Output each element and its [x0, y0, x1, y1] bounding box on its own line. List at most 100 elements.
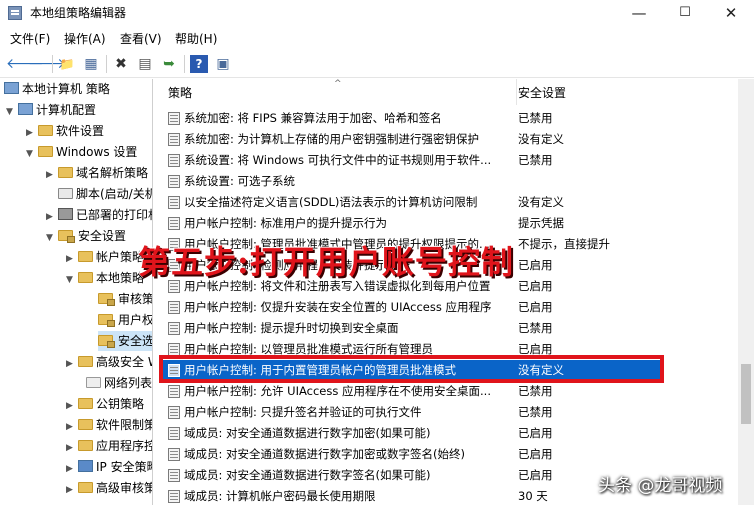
column-header-setting[interactable]: 安全设置	[512, 79, 668, 105]
tree-node-user-rights[interactable]: 用户权限分配	[98, 310, 152, 330]
tree-label: 本地计算机 策略	[22, 82, 110, 96]
export-list-icon[interactable]: ➥	[160, 55, 178, 73]
lock-icon	[107, 299, 115, 306]
scrollbar-thumb[interactable]	[741, 364, 751, 424]
chevron-down-icon[interactable]: ▼	[6, 102, 18, 122]
tree-node-advanced-firewall[interactable]: ▶ 高级安全 Windows	[66, 352, 152, 374]
up-folder-icon[interactable]: 📁	[58, 55, 76, 73]
tree-label: 计算机配置	[36, 103, 97, 117]
tree-node-public-key[interactable]: ▶ 公钥策略	[66, 394, 144, 414]
chevron-down-icon[interactable]: ▼	[46, 228, 58, 248]
tree-node-local-policy[interactable]: 本地计算机 策略	[4, 79, 110, 99]
tree-node-scripts[interactable]: 脚本(启动/关机)	[58, 184, 152, 204]
tree-node-security-settings[interactable]: ▼ 安全设置	[46, 226, 126, 246]
policy-row[interactable]: 系统设置: 将 Windows 可执行文件中的证书规则用于软件... 已禁用	[162, 150, 662, 171]
chevron-down-icon[interactable]: ▼	[66, 270, 78, 290]
chevron-right-icon[interactable]: ▶	[66, 459, 78, 479]
folder-icon	[78, 251, 93, 262]
vertical-scrollbar[interactable]	[738, 79, 754, 505]
chevron-right-icon[interactable]: ▶	[26, 123, 38, 143]
tree-label: 软件设置	[56, 124, 105, 138]
tree-node-software-settings[interactable]: ▶ 软件设置	[26, 121, 104, 141]
folder-icon	[78, 482, 93, 493]
menu-view[interactable]: 查看(V)	[120, 30, 162, 47]
help-icon[interactable]: ?	[190, 55, 208, 73]
tree-node-security-options[interactable]: 安全选项	[98, 331, 152, 351]
policy-item-icon	[168, 217, 180, 230]
policy-row[interactable]: 系统设置: 可选子系统	[162, 171, 662, 192]
script-icon	[58, 188, 73, 199]
tree-node-network-list[interactable]: 网络列表管理器策略	[86, 373, 152, 393]
tree-node-local-policies[interactable]: ▼ 本地策略	[66, 268, 144, 288]
tree-label: 域名解析策略	[76, 166, 149, 180]
title-bar: 本地组策略编辑器 — ☐ ✕	[0, 0, 754, 26]
policy-row[interactable]: 域成员: 对安全通道数据进行数字加密或数字签名(始终) 已启用	[162, 444, 662, 465]
policy-setting: 提示凭据	[518, 216, 564, 230]
policy-item-icon	[168, 427, 180, 440]
chevron-right-icon[interactable]: ▶	[66, 354, 78, 374]
tree-node-computer-config[interactable]: ▼ 计算机配置	[6, 100, 96, 120]
chevron-right-icon[interactable]: ▶	[66, 249, 78, 269]
chevron-right-icon[interactable]: ▶	[66, 480, 78, 500]
menu-action[interactable]: 操作(A)	[64, 30, 106, 47]
policy-setting: 已禁用	[518, 384, 553, 398]
menu-help[interactable]: 帮助(H)	[175, 30, 217, 47]
chevron-right-icon[interactable]: ▶	[66, 438, 78, 458]
tree-node-advanced-audit[interactable]: ▶ 高级审核策略配置	[66, 478, 152, 500]
folder-open-icon	[78, 272, 93, 283]
view-icon[interactable]: ▣	[214, 55, 232, 73]
tree-node-account-policies[interactable]: ▶ 帐户策略	[66, 247, 144, 267]
policy-row[interactable]: 域成员: 计算机帐户密码最长使用期限 30 天	[162, 486, 662, 505]
tree-node-name-resolution[interactable]: ▶ 域名解析策略	[46, 163, 148, 183]
tree-node-audit-policy[interactable]: 审核策略	[98, 289, 152, 309]
policy-row[interactable]: 用户帐户控制: 只提升签名并验证的可执行文件 已禁用	[162, 402, 662, 423]
console-tree: 本地计算机 策略 ▼ 计算机配置 ▶ 软件设置 ▼ Windows 设置 ▶ 域名解析策…	[0, 79, 153, 505]
back-arrow-icon[interactable]: 🡐	[6, 55, 44, 73]
properties-icon[interactable]: ▤	[136, 55, 154, 73]
policy-name: 系统设置: 可选子系统	[184, 174, 296, 188]
policy-name: 用户帐户控制: 标准用户的提升提示行为	[184, 216, 388, 230]
show-hide-tree-icon[interactable]: ▦	[82, 55, 100, 73]
tree-label: 软件限制策略	[96, 418, 152, 432]
policy-row[interactable]: 用户帐户控制: 提示提升时切换到安全桌面 已禁用	[162, 318, 662, 339]
chevron-down-icon[interactable]: ▼	[26, 144, 38, 164]
tree-node-ip-security[interactable]: ▶ IP 安全策略	[66, 457, 152, 479]
policy-row[interactable]: 以安全描述符定义语言(SDDL)语法表示的计算机访问限制 没有定义	[162, 192, 662, 213]
chevron-right-icon[interactable]: ▶	[66, 396, 78, 416]
folder-open-icon	[38, 146, 53, 157]
delete-icon[interactable]: ✖	[112, 55, 130, 73]
tree-node-windows-settings[interactable]: ▼ Windows 设置	[26, 142, 137, 162]
policy-name: 用户帐户控制: 仅提升安装在安全位置的 UIAccess 应用程序	[184, 300, 492, 314]
menu-file[interactable]: 文件(F)	[10, 30, 50, 47]
policy-row[interactable]: 系统加密: 将 FIPS 兼容算法用于加密、哈希和签名 已禁用	[162, 108, 662, 129]
close-button[interactable]: ✕	[708, 0, 754, 26]
folder-icon	[78, 440, 93, 451]
policy-setting: 已禁用	[518, 111, 553, 125]
policy-editor-icon	[8, 6, 22, 20]
policy-row[interactable]: 域成员: 对安全通道数据进行数字加密(如果可能) 已启用	[162, 423, 662, 444]
policy-setting: 已禁用	[518, 153, 553, 167]
policy-setting: 没有定义	[518, 195, 564, 209]
chevron-right-icon[interactable]: ▶	[66, 417, 78, 437]
policy-setting: 已启用	[518, 426, 553, 440]
tree-node-software-restriction[interactable]: ▶ 软件限制策略	[66, 415, 152, 437]
folder-icon	[86, 377, 101, 388]
policy-row[interactable]: 域成员: 对安全通道数据进行数字签名(如果可能) 已启用	[162, 465, 662, 486]
chevron-right-icon[interactable]: ▶	[46, 207, 58, 227]
tree-node-app-control[interactable]: ▶ 应用程序控制策略	[66, 436, 152, 458]
tree-node-printers[interactable]: ▶ 已部署的打印机	[46, 205, 152, 227]
minimize-button[interactable]: —	[616, 0, 662, 26]
policy-row[interactable]: 用户帐户控制: 标准用户的提升提示行为 提示凭据	[162, 213, 662, 234]
policy-item-icon	[168, 469, 180, 482]
forward-arrow-icon[interactable]: 🡒	[28, 55, 66, 73]
policy-row[interactable]: 用户帐户控制: 仅提升安装在安全位置的 UIAccess 应用程序 已启用	[162, 297, 662, 318]
policy-row[interactable]: 用户帐户控制: 允许 UIAccess 应用程序在不使用安全桌面... 已禁用	[162, 381, 662, 402]
tree-label: 应用程序控制策略	[96, 439, 152, 453]
maximize-button[interactable]: ☐	[662, 0, 708, 26]
policy-name: 域成员: 计算机帐户密码最长使用期限	[184, 489, 376, 503]
policy-row[interactable]: 系统加密: 为计算机上存储的用户密钥强制进行强密钥保护 没有定义	[162, 129, 662, 150]
chevron-right-icon[interactable]: ▶	[46, 165, 58, 185]
policy-name: 域成员: 对安全通道数据进行数字加密或数字签名(始终)	[184, 447, 466, 461]
folder-icon	[78, 419, 93, 430]
policy-name: 用户帐户控制: 提示提升时切换到安全桌面	[184, 321, 399, 335]
